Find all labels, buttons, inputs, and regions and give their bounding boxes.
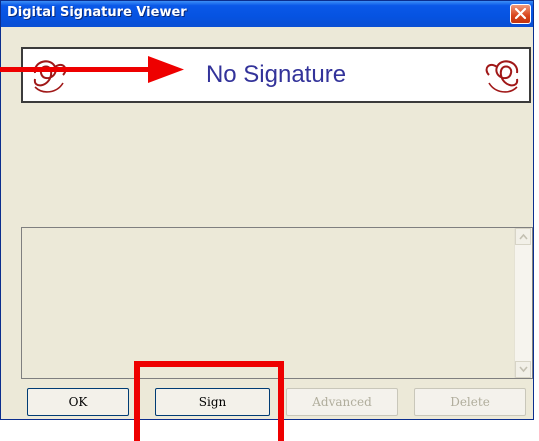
swirl-icon xyxy=(485,60,519,93)
ok-button[interactable]: OK xyxy=(27,388,129,416)
signature-status-panel: No Signature xyxy=(21,47,531,103)
scroll-down-arrow-icon xyxy=(519,366,528,373)
signature-details-list[interactable] xyxy=(21,227,533,379)
signature-status-text: No Signature xyxy=(205,61,347,88)
advanced-button[interactable]: Advanced xyxy=(286,388,398,416)
annotation-highlight-box xyxy=(134,361,284,441)
scroll-up-arrow-icon xyxy=(519,233,528,240)
annotation-arrow-head-icon xyxy=(148,56,184,83)
scroll-up-button[interactable] xyxy=(515,228,531,245)
window-title: Digital Signature Viewer xyxy=(7,5,187,20)
close-icon xyxy=(514,7,527,20)
scroll-down-button[interactable] xyxy=(515,361,531,378)
close-button[interactable] xyxy=(510,4,531,24)
title-bar[interactable]: Digital Signature Viewer xyxy=(1,1,533,27)
annotation-arrow-shaft xyxy=(0,67,150,72)
delete-button[interactable]: Delete xyxy=(414,388,526,416)
digital-signature-viewer-window: Digital Signature Viewer No Signature OK… xyxy=(0,0,534,420)
vertical-scrollbar[interactable] xyxy=(514,228,532,378)
